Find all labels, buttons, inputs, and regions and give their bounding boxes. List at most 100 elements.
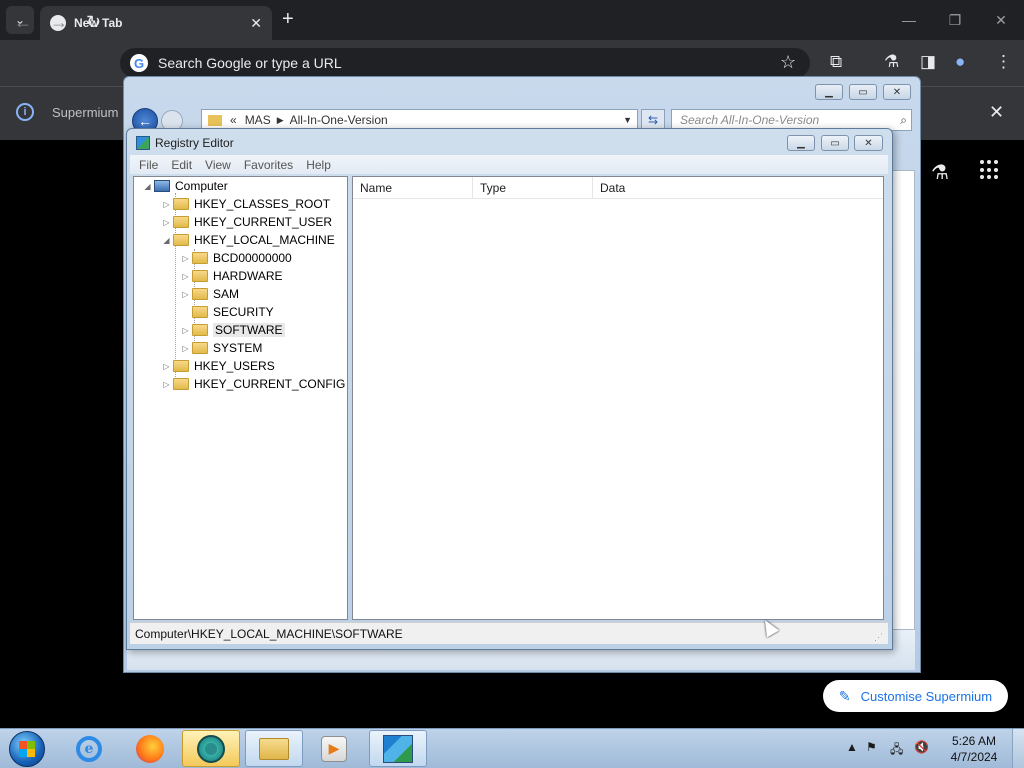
- column-header-data[interactable]: Data: [593, 177, 883, 199]
- tree-node-hardware[interactable]: ▷ HARDWARE: [181, 267, 282, 285]
- apps-grid-icon[interactable]: [980, 160, 1000, 180]
- taskbar-file-explorer[interactable]: [245, 730, 303, 767]
- internet-explorer-icon: e: [76, 735, 102, 762]
- close-window-icon[interactable]: ✕: [978, 0, 1024, 40]
- expand-arrow-icon[interactable]: ▷: [181, 326, 190, 335]
- expand-arrow-icon[interactable]: ▷: [162, 362, 171, 371]
- system-clock[interactable]: 5:26 AM 4/7/2024: [946, 733, 1002, 765]
- folder-icon: [208, 114, 222, 126]
- close-icon[interactable]: ✕: [250, 15, 262, 32]
- menu-file[interactable]: File: [139, 158, 158, 172]
- expand-arrow-icon[interactable]: ▷: [162, 200, 171, 209]
- taskbar-internet-explorer[interactable]: e: [60, 730, 118, 767]
- show-hidden-icons-icon[interactable]: ▲: [846, 740, 858, 754]
- customise-label: Customise Supermium: [860, 688, 993, 704]
- folder-icon: [192, 342, 208, 354]
- collapse-arrow-icon[interactable]: ◢: [143, 182, 152, 191]
- windows-logo-icon: [19, 741, 35, 757]
- tree-label: BCD00000000: [213, 251, 292, 265]
- taskbar-media-player[interactable]: ▶: [305, 730, 363, 767]
- maximize-icon[interactable]: ▭: [849, 84, 877, 100]
- google-icon: G: [130, 54, 148, 72]
- close-icon[interactable]: ✕: [854, 135, 883, 151]
- resize-grip-icon[interactable]: ⋰: [874, 632, 883, 643]
- minimize-icon[interactable]: ▁: [815, 84, 843, 100]
- taskbar-chrome[interactable]: [182, 730, 240, 767]
- new-tab-button[interactable]: +: [282, 9, 294, 29]
- tree-node-hkey-classes-root[interactable]: ▷ HKEY_CLASSES_ROOT: [162, 195, 330, 213]
- menu-view[interactable]: View: [205, 158, 231, 172]
- network-icon[interactable]: 🖧: [890, 740, 903, 761]
- show-desktop-button[interactable]: [1012, 729, 1024, 768]
- side-panel-icon[interactable]: ◨: [920, 52, 936, 72]
- close-icon[interactable]: ✕: [989, 102, 1004, 123]
- expand-arrow-icon[interactable]: ▷: [162, 380, 171, 389]
- start-button[interactable]: [9, 731, 45, 767]
- forward-arrow-icon[interactable]: →: [50, 13, 68, 31]
- menu-favorites[interactable]: Favorites: [244, 158, 293, 172]
- customise-button[interactable]: ✎ Customise Supermium: [823, 680, 1008, 712]
- expand-arrow-icon[interactable]: ▷: [181, 290, 190, 299]
- clock-date: 4/7/2024: [950, 750, 998, 764]
- tab-new-tab[interactable]: New Tab ✕: [40, 6, 272, 40]
- collapse-arrow-icon[interactable]: ◢: [162, 236, 171, 245]
- minimize-icon[interactable]: —: [886, 0, 932, 40]
- folder-icon: [173, 360, 189, 372]
- tree-node-hkey-users[interactable]: ▷ HKEY_USERS: [162, 357, 274, 375]
- expand-arrow-icon[interactable]: ▷: [181, 344, 190, 353]
- values-list: Name Type Data: [352, 176, 884, 620]
- close-icon[interactable]: ✕: [883, 84, 911, 100]
- omnibox[interactable]: G Search Google or type a URL: [120, 48, 810, 78]
- tree-label: HKEY_CURRENT_CONFIG: [194, 377, 346, 391]
- maximize-icon[interactable]: ▭: [821, 135, 849, 151]
- breadcrumb-separator-icon: ▶: [276, 114, 284, 125]
- menu-icon[interactable]: ⋮: [995, 52, 1012, 72]
- action-center-flag-icon[interactable]: ⚑: [866, 740, 877, 754]
- file-explorer-icon: [259, 737, 289, 760]
- tree-node-system[interactable]: ▷ SYSTEM: [181, 339, 262, 357]
- tree-label: SAM: [213, 287, 240, 301]
- pencil-icon: ✎: [838, 687, 851, 704]
- tree-label: SOFTWARE: [213, 323, 285, 337]
- taskbar-firefox[interactable]: [121, 730, 179, 767]
- expand-arrow-icon[interactable]: ▷: [181, 254, 190, 263]
- column-header-name[interactable]: Name: [353, 177, 473, 199]
- expand-arrow-icon[interactable]: ▷: [181, 272, 190, 281]
- tree-node-sam[interactable]: ▷ SAM: [181, 285, 239, 303]
- media-player-icon: ▶: [321, 735, 347, 762]
- tree-node-bcd[interactable]: ▷ BCD00000000: [181, 249, 292, 267]
- window-title: Registry Editor: [155, 136, 234, 150]
- search-placeholder: Search All-In-One-Version: [680, 113, 820, 127]
- tree-node-software[interactable]: ▷ SOFTWARE: [181, 321, 285, 339]
- labs-flask-icon[interactable]: ⚗: [931, 160, 949, 185]
- volume-muted-icon[interactable]: 🔇: [914, 740, 929, 754]
- restore-icon[interactable]: ❐: [932, 0, 978, 40]
- chevron-down-icon[interactable]: ▼: [623, 115, 632, 125]
- folder-icon: [173, 216, 189, 228]
- extensions-icon[interactable]: ⧉: [830, 52, 842, 72]
- back-arrow-icon[interactable]: ←: [14, 13, 32, 31]
- reload-icon[interactable]: ↻: [86, 13, 101, 31]
- tree-node-hkey-current-config[interactable]: ▷ HKEY_CURRENT_CONFIG: [162, 375, 345, 393]
- profile-icon[interactable]: ●: [955, 52, 965, 72]
- taskbar-registry-editor[interactable]: [369, 730, 427, 767]
- menu-help[interactable]: Help: [306, 158, 331, 172]
- breadcrumb-mas[interactable]: MAS: [245, 113, 271, 127]
- menu-edit[interactable]: Edit: [171, 158, 192, 172]
- folder-icon: [192, 324, 208, 336]
- values-list-header: Name Type Data: [353, 177, 883, 199]
- tree-node-hkey-current-user[interactable]: ▷ HKEY_CURRENT_USER: [162, 213, 332, 231]
- breadcrumb-all-in-one[interactable]: All-In-One-Version: [290, 113, 388, 127]
- expand-arrow-icon[interactable]: ▷: [162, 218, 171, 227]
- tree-node-computer[interactable]: ◢ Computer: [143, 177, 227, 195]
- minimize-icon[interactable]: ▁: [787, 135, 815, 151]
- address-prefix: «: [230, 113, 237, 127]
- tree-label: HKEY_CLASSES_ROOT: [194, 197, 331, 211]
- column-header-type[interactable]: Type: [473, 177, 593, 199]
- tree-node-security[interactable]: SECURITY: [181, 303, 274, 321]
- tree-label: SYSTEM: [213, 341, 263, 355]
- labs-icon[interactable]: ⚗: [884, 52, 899, 72]
- bookmark-star-icon[interactable]: ☆: [780, 52, 796, 73]
- tree-label: HKEY_LOCAL_MACHINE: [194, 233, 335, 247]
- tree-node-hkey-local-machine[interactable]: ◢ HKEY_LOCAL_MACHINE: [162, 231, 335, 249]
